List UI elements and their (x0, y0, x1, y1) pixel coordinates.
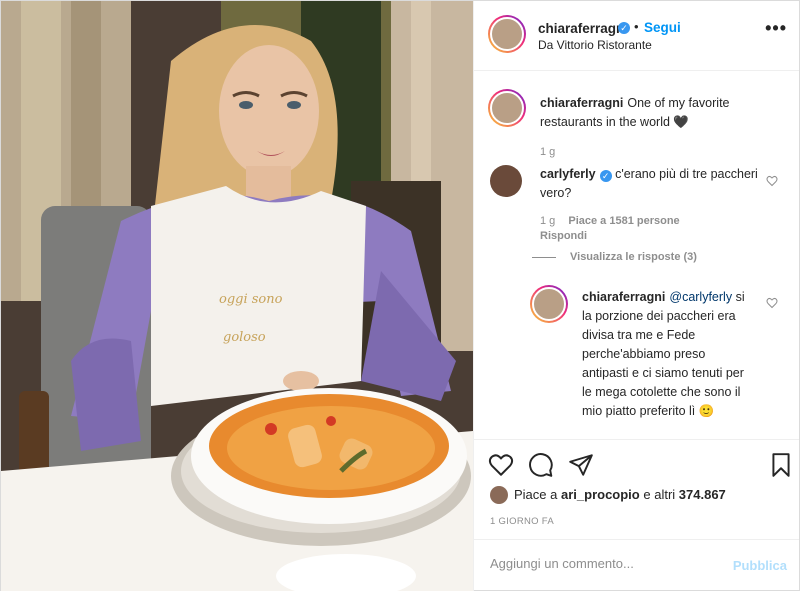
bib-text: oggi sono (219, 292, 283, 307)
verified-icon: ✓ (618, 22, 630, 34)
bookmark-icon[interactable] (768, 452, 794, 478)
post-side-panel: chiaraferragni ✓ • Segui Da Vittorio Ris… (473, 1, 799, 591)
instagram-post: oggi sono goloso chiaraferragni ✓ • Segu… (0, 0, 800, 591)
photo-illustration: oggi sono goloso (1, 1, 473, 591)
separator-dot: • (634, 19, 639, 34)
avatar[interactable] (488, 89, 526, 127)
likes-summary: Piace a ari_procopio e altri 374.867 (490, 486, 726, 504)
more-options-icon[interactable]: ••• (765, 19, 787, 37)
view-replies-button[interactable]: Visualizza le risposte (3) (532, 251, 697, 263)
liker-username[interactable]: ari_procopio (561, 487, 640, 502)
share-icon[interactable] (568, 452, 594, 478)
comment-username[interactable]: carlyferly (540, 167, 596, 181)
comment-input[interactable] (490, 556, 710, 571)
location-link[interactable]: Da Vittorio Ristorante (538, 38, 652, 52)
caption-time: 1 g (540, 146, 556, 158)
post-header: chiaraferragni ✓ • Segui Da Vittorio Ris… (474, 1, 799, 71)
author-username[interactable]: chiaraferragni (538, 21, 628, 36)
reply-body: si la porzione dei paccheri era divisa t… (582, 290, 745, 418)
avatar[interactable] (490, 165, 522, 197)
liker-avatar[interactable] (490, 486, 508, 504)
likes-prefix: Piace a (514, 487, 558, 502)
avatar[interactable] (530, 285, 568, 323)
likes-suffix: e altri (643, 487, 676, 502)
caption-username[interactable]: chiaraferragni (540, 96, 623, 110)
comment-text: carlyferly ✓ c'erano più di tre paccheri … (540, 165, 760, 203)
reply-mention[interactable]: @carlyferly (669, 290, 732, 304)
comment-time: 1 g (540, 215, 556, 227)
publish-button[interactable]: Pubblica (733, 558, 787, 573)
like-reply-icon[interactable] (766, 297, 778, 309)
bib-text-2: goloso (223, 330, 266, 345)
like-comment-icon[interactable] (766, 175, 778, 187)
reply-username[interactable]: chiaraferragni (582, 290, 665, 304)
comment-meta: 1 g Piace a 1581 persone (540, 215, 680, 227)
reply-button[interactable]: Rispondi (540, 230, 587, 242)
post-date[interactable]: 1 GIORNO FA (490, 516, 554, 527)
verified-icon: ✓ (599, 170, 612, 182)
comment-likes[interactable]: Piace a 1581 persone (568, 215, 679, 227)
heart-emoji: 🖤 (673, 115, 689, 129)
post-photo[interactable]: oggi sono goloso (1, 1, 473, 591)
comment-composer: Pubblica (474, 539, 799, 591)
reply-text: chiaraferragni @carlyferly si la porzione… (582, 288, 752, 421)
follow-button[interactable]: Segui (644, 20, 681, 35)
likes-count[interactable]: 374.867 (679, 487, 726, 502)
avatar[interactable] (488, 15, 526, 53)
comment-icon[interactable] (528, 452, 554, 478)
action-bar: Piace a ari_procopio e altri 374.867 1 G… (474, 439, 799, 539)
caption-text: chiaraferragni One of my favorite restaur… (540, 94, 780, 132)
heart-icon[interactable] (488, 452, 514, 478)
